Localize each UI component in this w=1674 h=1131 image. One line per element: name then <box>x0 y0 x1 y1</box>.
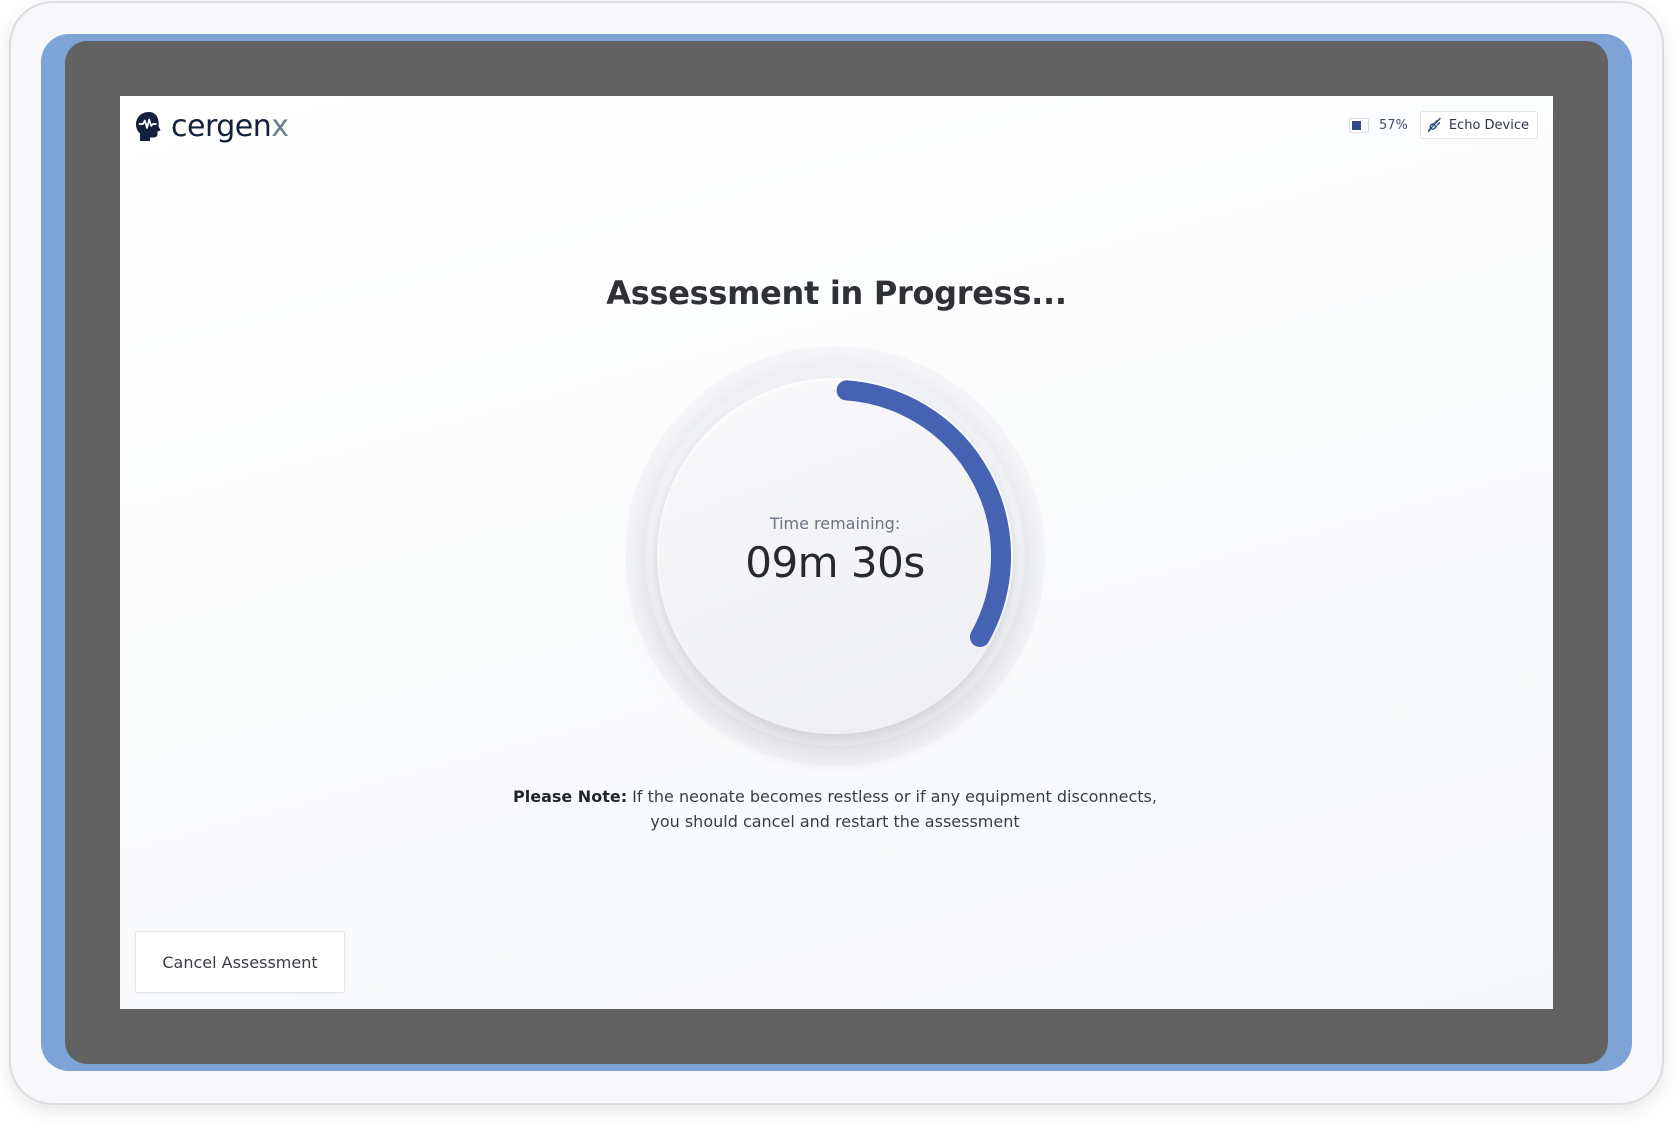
assessment-note: Please Note: If the neonate becomes rest… <box>510 784 1160 834</box>
time-remaining-label: Time remaining: <box>769 514 901 533</box>
logo-wordmark: cergenx <box>171 112 289 142</box>
cergenx-logo: cergenx <box>135 111 289 143</box>
logo-wordmark-accent: x <box>271 109 289 144</box>
echo-device-label: Echo Device <box>1448 117 1529 133</box>
plug-icon <box>1427 117 1441 133</box>
status-bar: 57% Echo Device <box>1348 111 1538 139</box>
battery-icon <box>1348 117 1369 133</box>
logo-wordmark-main: cergen <box>171 109 272 144</box>
app-screen: cergenx 57% Echo Device Assessment in Pr… <box>120 96 1553 1009</box>
note-text: If the neonate becomes restless or if an… <box>627 787 1157 831</box>
note-label: Please Note: <box>513 787 628 806</box>
cancel-assessment-button[interactable]: Cancel Assessment <box>135 931 345 993</box>
battery-status: 57% <box>1348 117 1408 133</box>
page-title: Assessment in Progress... <box>606 274 1067 312</box>
battery-percent: 57% <box>1378 117 1408 133</box>
timer-dial: Time remaining: 09m 30s <box>625 346 1045 766</box>
echo-device-button[interactable]: Echo Device <box>1419 111 1538 139</box>
battery-fill <box>1351 120 1361 130</box>
brain-head-icon <box>136 112 161 141</box>
time-remaining-value: 09m 30s <box>745 538 925 587</box>
